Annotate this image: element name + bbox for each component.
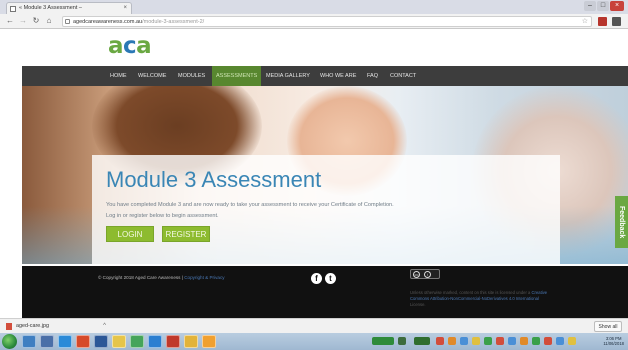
tab-close-icon[interactable]: ×	[123, 3, 127, 14]
minimize-button[interactable]: –	[584, 1, 596, 11]
media-player-icon[interactable]	[58, 335, 72, 348]
download-item[interactable]: aged-care.jpg ^	[4, 321, 114, 332]
facebook-icon[interactable]: f	[311, 273, 322, 284]
explorer-icon[interactable]	[22, 335, 36, 348]
tray-icon[interactable]	[532, 337, 540, 345]
nav-contact[interactable]: CONTACT	[390, 66, 416, 86]
bookmark-star-icon[interactable]: ☆	[582, 17, 588, 26]
reload-icon[interactable]: ↻	[30, 15, 42, 27]
acrobat-icon[interactable]	[166, 335, 180, 348]
url-path: /module-3-assessment-2/	[142, 19, 205, 25]
tab-title: « Module 3 Assessment –	[19, 5, 82, 11]
extension-icon[interactable]	[598, 17, 607, 26]
tray-icon[interactable]	[508, 337, 516, 345]
signal-icon[interactable]	[372, 337, 394, 345]
copyright-text: © Copyright 2018 Aged Care Awareness | C…	[98, 275, 225, 280]
chevron-up-icon[interactable]: ^	[103, 321, 106, 332]
nav-modules[interactable]: MODULES	[178, 66, 205, 86]
home-icon[interactable]: ⌂	[43, 15, 55, 27]
windows-taskbar: 3:06 PM 11/06/2018	[0, 333, 628, 350]
nav-media-gallery[interactable]: MEDIA GALLERY	[266, 66, 310, 86]
tray-icon[interactable]	[496, 337, 504, 345]
page-info-icon[interactable]	[65, 19, 70, 24]
image-file-icon	[6, 323, 12, 330]
battery-icon[interactable]	[414, 337, 430, 345]
tray-icon[interactable]	[484, 337, 492, 345]
aca-logo[interactable]: aca	[108, 32, 152, 60]
show-all-button[interactable]: Show all	[594, 321, 622, 332]
register-button[interactable]: REGISTER	[162, 226, 210, 242]
start-button-icon[interactable]	[2, 334, 17, 349]
page-favicon-icon	[10, 6, 16, 12]
window-controls: – □ ×	[584, 1, 624, 12]
address-bar[interactable]: agedcareawareness.com.au/module-3-assess…	[62, 16, 592, 27]
assessment-card: Module 3 Assessment You have completed M…	[92, 155, 560, 265]
skype-icon[interactable]	[148, 335, 162, 348]
nav-home[interactable]: HOME	[110, 66, 127, 86]
tray-icon[interactable]	[398, 337, 406, 345]
license-text: Unless otherwise marked, content on this…	[410, 290, 548, 307]
tray-icon[interactable]	[436, 337, 444, 345]
nav-faq[interactable]: FAQ	[367, 66, 378, 86]
nav-assessments[interactable]: ASSESSMENTS	[212, 66, 262, 86]
site-header: aca	[0, 29, 628, 66]
chrome-icon[interactable]	[184, 335, 198, 348]
tray-icon[interactable]	[568, 337, 576, 345]
browser-toolbar: ← → ↻ ⌂ agedcareawareness.com.au/module-…	[0, 14, 628, 29]
menu-icon[interactable]	[612, 17, 621, 26]
site-footer: © Copyright 2018 Aged Care Awareness | C…	[22, 266, 628, 318]
creative-commons-badge-icon[interactable]: cc i	[410, 269, 440, 279]
forward-arrow-icon[interactable]: →	[17, 15, 29, 27]
nav-who-we-are[interactable]: WHO WE ARE	[320, 66, 356, 86]
tray-icon[interactable]	[544, 337, 552, 345]
system-clock[interactable]: 3:06 PM 11/06/2018	[603, 336, 624, 346]
copyright-privacy-link[interactable]: Copyright & Privacy	[184, 275, 224, 280]
tray-icon[interactable]	[460, 337, 468, 345]
tray-icon[interactable]	[448, 337, 456, 345]
download-shelf: aged-care.jpg ^ Show all	[0, 318, 628, 333]
tray-icon[interactable]	[556, 337, 564, 345]
app-icon[interactable]	[40, 335, 54, 348]
maximize-button[interactable]: □	[597, 1, 609, 11]
office-icon[interactable]	[76, 335, 90, 348]
nav-welcome[interactable]: WELCOME	[138, 66, 166, 86]
folder-icon[interactable]	[112, 335, 126, 348]
browser-tab[interactable]: « Module 3 Assessment – ×	[6, 2, 132, 14]
page-title: Module 3 Assessment	[106, 167, 322, 192]
close-window-button[interactable]: ×	[610, 1, 624, 11]
app-icon[interactable]	[130, 335, 144, 348]
download-filename: aged-care.jpg	[16, 323, 49, 329]
back-arrow-icon[interactable]: ←	[4, 15, 16, 27]
tray-icon[interactable]	[472, 337, 480, 345]
browser-tab-strip: « Module 3 Assessment – × – □ ×	[0, 0, 628, 14]
feedback-tab[interactable]: Feedback	[615, 196, 628, 248]
tray-icon[interactable]	[520, 337, 528, 345]
twitter-icon[interactable]: t	[325, 273, 336, 284]
app-icon[interactable]	[202, 335, 216, 348]
login-instruction: Log in or register below to begin assess…	[106, 213, 219, 219]
completion-message: You have completed Module 3 and are now …	[106, 202, 394, 208]
word-icon[interactable]	[94, 335, 108, 348]
url-host: agedcareawareness.com.au	[73, 19, 143, 25]
login-button[interactable]: LOGIN	[106, 226, 154, 242]
main-navigation: HOME WELCOME MODULES ASSESSMENTS MEDIA G…	[22, 66, 628, 86]
